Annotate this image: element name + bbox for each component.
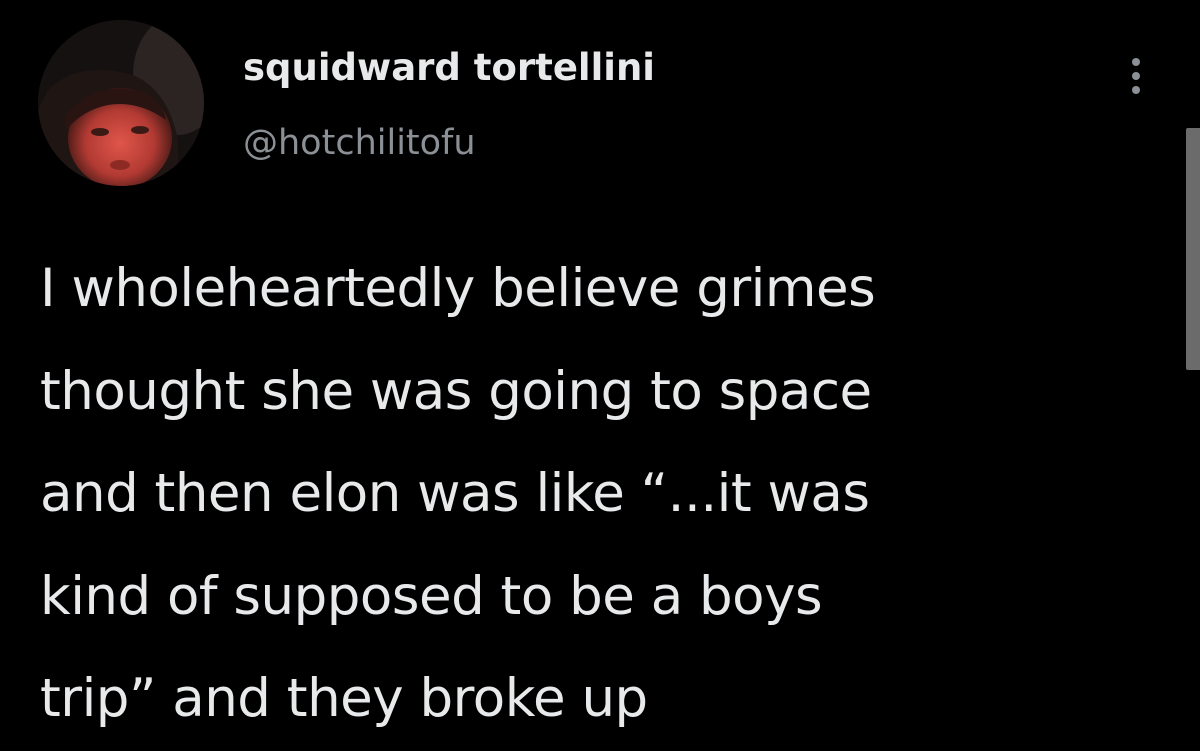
tweet-card: squidward tortellini @hotchilitofu I who… [0, 0, 1200, 743]
more-vertical-icon [1132, 58, 1140, 94]
author-handle[interactable]: @hotchilitofu [243, 119, 476, 167]
scrollbar[interactable] [1186, 128, 1200, 370]
tweet-text: I wholeheartedly believe grimes thought … [40, 258, 876, 729]
more-options-button[interactable] [1110, 50, 1162, 102]
avatar[interactable] [38, 20, 204, 186]
author-display-name[interactable]: squidward tortellini [243, 42, 655, 94]
avatar-photo-icon [38, 20, 204, 186]
